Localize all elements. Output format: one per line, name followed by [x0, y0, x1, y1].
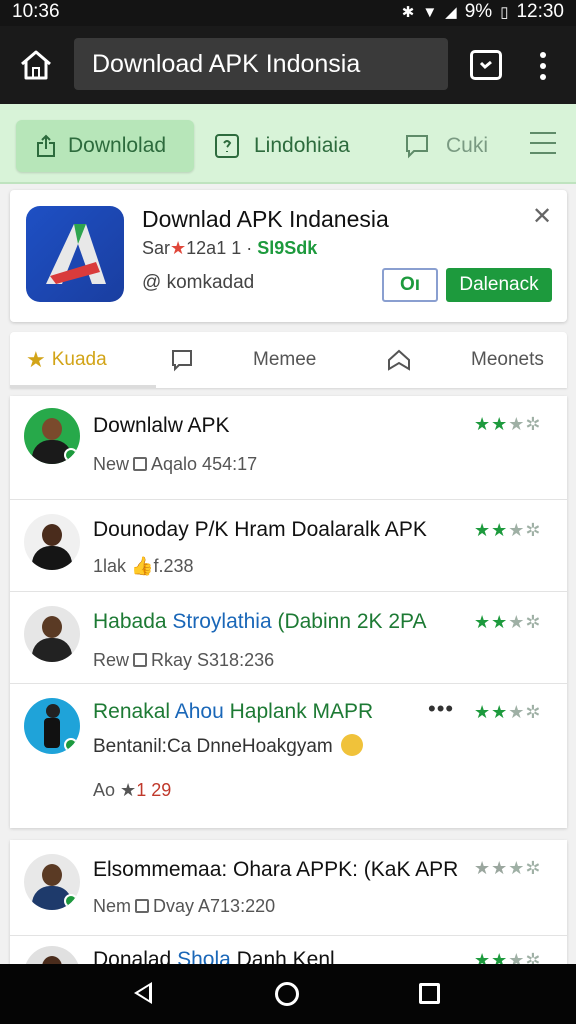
star-icon: ★ [170, 238, 187, 258]
signal-icon: ◢ [445, 4, 457, 21]
tab-kuada-label: Kuada [51, 349, 107, 370]
rating-stars: ★★★✲ [474, 702, 542, 722]
recents-icon[interactable] [419, 983, 440, 1004]
home-circle-icon[interactable] [275, 982, 299, 1006]
item-title: Downlalw APK [93, 414, 230, 437]
lock-icon [135, 899, 150, 913]
item-description: Bentanil:Ca DnneHoakgyam [93, 734, 363, 758]
help-box-icon [215, 134, 239, 158]
item-title: Dounoday P/K Hram Doalaralk APK [93, 518, 427, 541]
avatar [24, 606, 80, 662]
avatar [24, 698, 80, 754]
chat-icon [406, 135, 428, 159]
app-handle[interactable]: @ komkadad [142, 272, 254, 294]
app-meta-size: Sl9Sdk [257, 238, 318, 258]
nav-indonesia[interactable]: Lindohiaia [214, 120, 350, 172]
rating-stars: ★★★✲ [474, 612, 542, 632]
rating-line: Ao ★1 29 [93, 780, 172, 800]
list-item[interactable]: Elsommemaa: Ohara APPK: (KaK APR Nem Dvay… [10, 840, 567, 936]
item-title: Elsommemaa: Ohara APPK: (KaK APR [93, 858, 459, 881]
nav-suki[interactable]: Cuki [404, 120, 488, 172]
status-icons: ✱ ▼ ◢ 9% ▯ 12:30 [402, 1, 564, 23]
lock-icon [133, 653, 148, 667]
browser-toolbar: Download APK Indonsia [0, 26, 576, 104]
app-list-secondary: Elsommemaa: Ohara APPK: (KaK APR Nem Dvay… [10, 840, 567, 970]
share-icon [37, 134, 55, 157]
more-options-icon[interactable]: ••• [428, 696, 454, 722]
emoji-icon [340, 734, 363, 756]
hamburger-menu-icon[interactable] [530, 132, 556, 154]
avatar [24, 408, 80, 464]
tabs-icon[interactable] [470, 50, 502, 80]
item-title: Habada Stroylathia (Dabinn 2K 2PA [93, 610, 427, 633]
url-bar[interactable]: Download APK Indonsia [74, 38, 448, 90]
item-sub: Rew Rkay S318:236 [93, 650, 275, 670]
rating-stars: ★★★✲ [474, 858, 542, 878]
item-sub: 1lak 👍f.238 [93, 556, 194, 576]
thumbs-up-icon: 👍 [131, 556, 154, 576]
item-title: Renakal Ahou Haplank MAPR [93, 700, 374, 723]
home-icon[interactable] [18, 48, 54, 82]
tab-kuada[interactable]: ★ Kuada [10, 332, 156, 388]
battery-icon: ▯ [500, 4, 509, 21]
battery-percent: 9% [464, 1, 493, 22]
site-nav: Downlolad Lindohiaia Cuki [0, 104, 576, 184]
app-logo[interactable] [26, 206, 124, 302]
tab-chat[interactable] [170, 332, 194, 388]
avatar [24, 514, 80, 570]
tab-memee-label: Memee [253, 349, 317, 370]
app-list: Downlalw APK New Aqalo 454:17 ★★★✲ Dounod… [10, 396, 567, 828]
comment-icon [172, 350, 192, 372]
lock-icon [133, 457, 148, 471]
tab-bookmark[interactable] [386, 332, 412, 388]
app-meta-prefix: Sar [142, 238, 171, 258]
download-button[interactable]: Dalenack [446, 268, 552, 302]
list-item[interactable]: Dounoday P/K Hram Doalaralk APK 1lak 👍f.… [10, 500, 567, 592]
secondary-button[interactable]: Oı [382, 268, 438, 302]
back-icon[interactable] [134, 982, 152, 1004]
list-item[interactable]: Habada Stroylathia (Dabinn 2K 2PA Rew Rka… [10, 592, 567, 684]
nav-indonesia-label: Lindohiaia [254, 134, 350, 157]
app-card: Downlad APK Indanesia Sar★12a1 1 · Sl9Sd… [10, 190, 567, 322]
close-icon[interactable]: ✕ [532, 202, 552, 231]
bluetooth-icon: ✱ [401, 4, 415, 21]
nav-download-label: Downlolad [68, 134, 167, 157]
nav-suki-label: Cuki [446, 134, 489, 157]
item-sub: Nem Dvay A713:220 [93, 896, 276, 916]
overflow-menu-icon[interactable] [530, 46, 556, 86]
rating-stars: ★★★✲ [474, 414, 542, 434]
list-item[interactable]: Renakal Ahou Haplank MAPR ••• ★★★✲ Benta… [10, 684, 567, 828]
bookmark-icon [388, 349, 410, 371]
star-icon: ★ [120, 780, 137, 800]
tab-memee[interactable]: Memee [253, 332, 316, 388]
tab-meonets[interactable]: Meonets [471, 332, 544, 388]
status-bar: 10:36 ✱ ▼ ◢ 9% ▯ 12:30 [0, 0, 576, 26]
app-meta-rating: 12a1 [186, 238, 227, 258]
app-meta: Sar★12a1 1 · Sl9Sdk [142, 238, 318, 258]
tab-bar: ★ Kuada Memee Meonets [10, 332, 567, 388]
wifi-icon: ▼ [422, 3, 438, 21]
avatar [24, 854, 80, 910]
item-sub: New Aqalo 454:17 [93, 454, 258, 474]
status-clock: 12:30 [516, 1, 564, 22]
list-item[interactable]: Downlalw APK New Aqalo 454:17 ★★★✲ [10, 396, 567, 500]
star-icon: ★ [26, 347, 46, 372]
nav-download[interactable]: Downlolad [16, 120, 194, 172]
system-nav-bar [0, 964, 576, 1024]
status-time: 10:36 [12, 1, 60, 22]
rating-stars: ★★★✲ [474, 520, 542, 540]
app-title: Downlad APK Indanesia [142, 206, 389, 232]
tab-meonets-label: Meonets [471, 349, 544, 370]
